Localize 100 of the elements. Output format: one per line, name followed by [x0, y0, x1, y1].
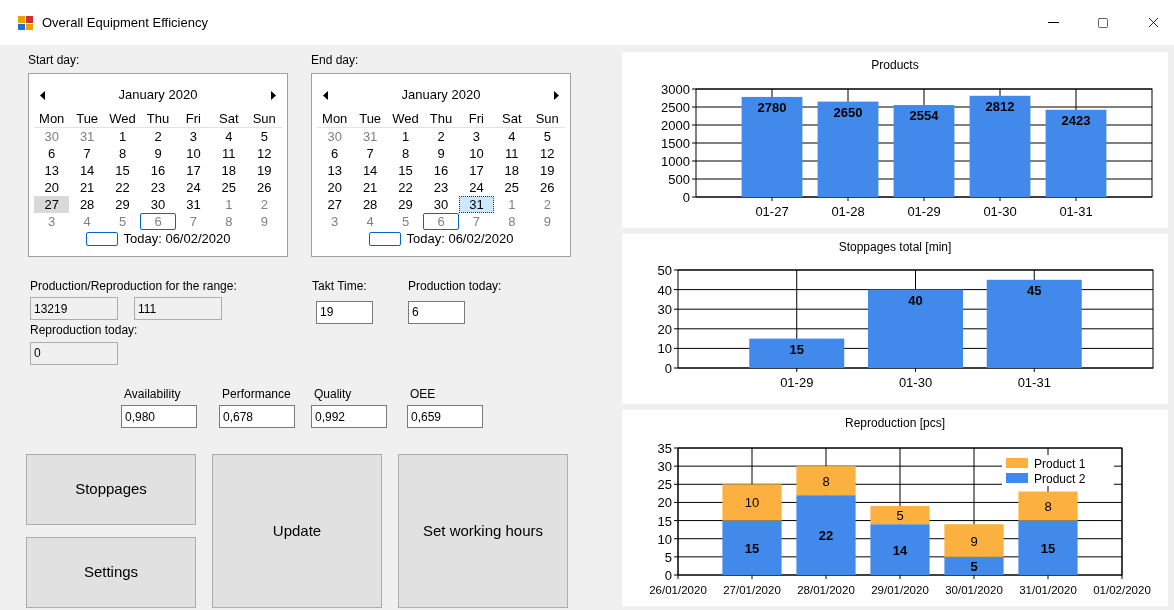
- calendar-day[interactable]: 2: [423, 128, 459, 145]
- text-field[interactable]: 13219: [30, 297, 118, 320]
- calendar-day[interactable]: 4: [494, 128, 530, 145]
- calendar-day[interactable]: 25: [494, 179, 530, 196]
- calendar-day[interactable]: 28: [69, 196, 105, 213]
- calendar-day[interactable]: 12: [529, 145, 565, 162]
- month-calendar[interactable]: January 2020 Mon Tue Wed Thu Fri Sat Sun 30 31 1 2 3 4 5 6 7 8 9 10 11 12 13 14 15 16 17 18 19 20 21 22 23 24 25 26 27 28 29 30 31 1 2 3 4 5 6 7 8 9 Today: 06/02/2020: [311, 73, 571, 257]
- calendar-day[interactable]: 15: [104, 162, 141, 179]
- calendar-day[interactable]: 27: [34, 196, 70, 213]
- text-field[interactable]: 111: [134, 297, 222, 320]
- calendar-day[interactable]: 6: [34, 145, 70, 162]
- calendar-day[interactable]: 3: [458, 128, 495, 145]
- calendar-day[interactable]: 1: [387, 128, 424, 145]
- calendar-day[interactable]: 14: [69, 162, 105, 179]
- calendar-day[interactable]: 30: [34, 128, 70, 145]
- calendar-day[interactable]: 5: [387, 213, 424, 230]
- calendar-day[interactable]: 31: [352, 128, 388, 145]
- calendar-day[interactable]: 23: [140, 179, 176, 196]
- today-link[interactable]: Today: 06/02/2020: [406, 231, 514, 246]
- action-button[interactable]: Stoppages: [26, 454, 196, 525]
- calendar-day[interactable]: 18: [211, 162, 247, 179]
- calendar-day[interactable]: 22: [104, 179, 141, 196]
- calendar-day[interactable]: 9: [423, 145, 459, 162]
- calendar-day[interactable]: 8: [104, 145, 141, 162]
- calendar-day[interactable]: 6: [140, 213, 176, 230]
- calendar-day[interactable]: 5: [104, 213, 141, 230]
- action-button[interactable]: Update: [212, 454, 382, 608]
- calendar-day[interactable]: 7: [175, 213, 212, 230]
- calendar-day[interactable]: 12: [246, 145, 282, 162]
- calendar-day[interactable]: 4: [69, 213, 105, 230]
- calendar-day[interactable]: 31: [175, 196, 212, 213]
- calendar-day[interactable]: 3: [175, 128, 212, 145]
- calendar-day[interactable]: 20: [34, 179, 70, 196]
- month-calendar[interactable]: January 2020 Mon Tue Wed Thu Fri Sat Sun 30 31 1 2 3 4 5 6 7 8 9 10 11 12 13 14 15 16 17 18 19 20 21 22 23 24 25 26 27 28 29 30 31 1 2 3 4 5 6 7 8 9 Today: 06/02/2020: [28, 73, 288, 257]
- calendar-day[interactable]: 6: [423, 213, 459, 230]
- calendar-day[interactable]: 30: [423, 196, 459, 213]
- calendar-day[interactable]: 31: [458, 196, 495, 213]
- calendar-day[interactable]: 9: [246, 213, 282, 230]
- action-button[interactable]: Settings: [26, 537, 196, 608]
- calendar-day[interactable]: 6: [317, 145, 353, 162]
- calendar-day[interactable]: 13: [317, 162, 353, 179]
- calendar-day[interactable]: 21: [352, 179, 388, 196]
- calendar-day[interactable]: 4: [211, 128, 247, 145]
- calendar-day[interactable]: 24: [175, 179, 212, 196]
- calendar-day[interactable]: 11: [494, 145, 530, 162]
- calendar-day[interactable]: 2: [140, 128, 176, 145]
- calendar-day[interactable]: 5: [529, 128, 565, 145]
- calendar-day[interactable]: 13: [34, 162, 70, 179]
- action-button[interactable]: Set working hours: [398, 454, 568, 608]
- calendar-day[interactable]: 23: [423, 179, 459, 196]
- calendar-day[interactable]: 7: [458, 213, 495, 230]
- calendar-day[interactable]: 11: [211, 145, 247, 162]
- calendar-day[interactable]: 4: [352, 213, 388, 230]
- caret-right-icon[interactable]: [271, 90, 276, 100]
- calendar-day[interactable]: 3: [34, 213, 70, 230]
- calendar-day[interactable]: 3: [317, 213, 353, 230]
- calendar-day[interactable]: 10: [458, 145, 495, 162]
- calendar-day[interactable]: 29: [104, 196, 141, 213]
- calendar-day[interactable]: 31: [69, 128, 105, 145]
- text-field[interactable]: 0,980: [121, 405, 197, 428]
- calendar-day[interactable]: 1: [494, 196, 530, 213]
- caret-left-icon[interactable]: [40, 90, 45, 100]
- calendar-day[interactable]: 17: [458, 162, 495, 179]
- calendar-day[interactable]: 19: [529, 162, 565, 179]
- calendar-day[interactable]: 7: [352, 145, 388, 162]
- calendar-day[interactable]: 19: [246, 162, 282, 179]
- calendar-day[interactable]: 9: [140, 145, 176, 162]
- calendar-day[interactable]: 8: [387, 145, 424, 162]
- calendar-day[interactable]: 27: [317, 196, 353, 213]
- calendar-day[interactable]: 8: [211, 213, 247, 230]
- calendar-day[interactable]: 25: [211, 179, 247, 196]
- text-field[interactable]: 19: [316, 300, 373, 324]
- calendar-day[interactable]: 16: [140, 162, 176, 179]
- calendar-day[interactable]: 16: [423, 162, 459, 179]
- calendar-day[interactable]: 20: [317, 179, 353, 196]
- calendar-day[interactable]: 1: [104, 128, 141, 145]
- calendar-day[interactable]: 21: [69, 179, 105, 196]
- calendar-day[interactable]: 29: [387, 196, 424, 213]
- calendar-day[interactable]: 8: [494, 213, 530, 230]
- calendar-day[interactable]: 15: [387, 162, 424, 179]
- calendar-day[interactable]: 30: [317, 128, 353, 145]
- calendar-day[interactable]: 24: [458, 179, 495, 196]
- calendar-day[interactable]: 22: [387, 179, 424, 196]
- calendar-day[interactable]: 18: [494, 162, 530, 179]
- calendar-day[interactable]: 26: [529, 179, 565, 196]
- calendar-day[interactable]: 30: [140, 196, 176, 213]
- text-field[interactable]: 0,678: [219, 405, 295, 428]
- calendar-day[interactable]: 2: [529, 196, 565, 213]
- text-field[interactable]: 6: [408, 300, 465, 324]
- calendar-day[interactable]: 28: [352, 196, 388, 213]
- calendar-day[interactable]: 1: [211, 196, 247, 213]
- calendar-day[interactable]: 17: [175, 162, 212, 179]
- caret-left-icon[interactable]: [323, 90, 328, 100]
- calendar-day[interactable]: 10: [175, 145, 212, 162]
- text-field[interactable]: 0: [30, 341, 118, 365]
- calendar-day[interactable]: 26: [246, 179, 282, 196]
- today-link[interactable]: Today: 06/02/2020: [123, 231, 231, 246]
- calendar-day[interactable]: 5: [246, 128, 282, 145]
- calendar-day[interactable]: 9: [529, 213, 565, 230]
- calendar-day[interactable]: 2: [246, 196, 282, 213]
